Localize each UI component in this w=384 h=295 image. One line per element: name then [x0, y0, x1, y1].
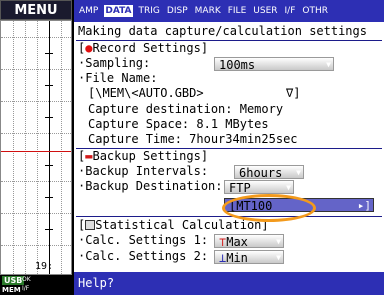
time-label: 19: — [35, 261, 54, 272]
menu-tabbar: AMP DATA TRIG DISP MARK FILE USER I/F OT… — [74, 0, 384, 22]
grid-line — [25, 21, 26, 274]
tab-mark[interactable]: MARK — [194, 5, 222, 17]
grid-line — [61, 21, 62, 274]
file-name-value[interactable]: [\MEM\<AUTO.GBD> — [88, 86, 204, 101]
settings-panel: Making data capture/calculation settings… — [74, 22, 384, 272]
ok-indicator: OK — [22, 276, 31, 283]
file-name-browse[interactable]: ∇] — [286, 86, 300, 101]
menu-button[interactable]: MENU — [0, 0, 72, 20]
status-area: USB MEM OK I/F — [0, 275, 72, 295]
tab-if[interactable]: I/F — [284, 5, 297, 17]
dropdown-arrow-icon: ▼ — [296, 168, 301, 177]
backup-destination-label: ·Backup Destination: — [78, 179, 223, 193]
sampling-dropdown[interactable]: 100ms ▼ — [214, 57, 334, 72]
backup-intervals-dropdown[interactable]: 6hours ▼ — [234, 165, 304, 180]
backup-intervals-value: 6hours — [239, 166, 283, 180]
backup-header-label: Backup Settings] — [92, 149, 209, 163]
if-indicator: I/F — [22, 285, 30, 292]
divider — [76, 216, 382, 217]
path-end-icon: ▸] — [357, 199, 371, 212]
record-settings-header: [●Record Settings] — [78, 41, 209, 55]
calc2-label: ·Calc. Settings 2: — [78, 249, 209, 263]
time-axis — [49, 21, 50, 274]
grid-line — [1, 69, 71, 70]
dropdown-arrow-icon: ▼ — [276, 253, 281, 262]
backup-settings-header: [▬Backup Settings] — [78, 149, 209, 163]
tab-disp[interactable]: DISP — [166, 5, 189, 17]
dropdown-arrow-icon: ▼ — [286, 183, 291, 192]
grid-line — [37, 21, 38, 274]
grid-line — [1, 213, 71, 214]
axis-tick — [45, 53, 53, 54]
file-name-label: ·File Name: — [78, 71, 158, 85]
grid-line — [1, 181, 71, 182]
help-bar[interactable]: Help? — [74, 272, 384, 295]
grid-line — [13, 21, 14, 274]
stat-header-label: Statistical Calculation] — [95, 218, 269, 232]
calc-icon — [85, 220, 96, 230]
sampling-value: 100ms — [219, 58, 256, 72]
tab-trig[interactable]: TRIG — [138, 5, 161, 17]
axis-tick — [45, 165, 53, 166]
sampling-label: ·Sampling: — [78, 56, 151, 70]
mem-indicator: MEM — [2, 286, 21, 294]
calc2-value: Min — [226, 251, 248, 265]
grid-line — [1, 133, 71, 134]
tab-user[interactable]: USER — [252, 5, 278, 17]
axis-tick — [45, 85, 53, 86]
backup-intervals-label: ·Backup Intervals: — [78, 164, 209, 178]
capture-destination: Capture destination: Memory — [88, 102, 284, 116]
grid-line — [1, 101, 71, 102]
backup-path-value: [MT100 — [229, 199, 273, 213]
calc1-value: Max — [226, 235, 248, 249]
tab-file[interactable]: FILE — [227, 5, 248, 17]
dropdown-arrow-icon: ▼ — [276, 237, 281, 246]
tab-othr[interactable]: OTHR — [301, 5, 329, 17]
waveform-preview: 19: — [0, 20, 72, 275]
dropdown-arrow-icon: ▼ — [326, 60, 331, 69]
axis-tick — [45, 197, 53, 198]
stat-calc-header: [Statistical Calculation] — [78, 218, 269, 232]
tab-data[interactable]: DATA — [104, 5, 133, 17]
axis-tick — [45, 117, 53, 118]
calc2-dropdown[interactable]: ⊥Min ▼ — [214, 250, 284, 265]
backup-path-field[interactable]: [MT100 ▸] — [224, 198, 374, 213]
grid-line — [1, 245, 71, 246]
tab-amp[interactable]: AMP — [78, 5, 99, 17]
red-trace-line — [1, 151, 71, 152]
calc1-dropdown[interactable]: ⊤Max ▼ — [214, 234, 284, 249]
calc1-label: ·Calc. Settings 1: — [78, 233, 209, 247]
capture-time: Capture Time: 7hour34min25sec — [88, 132, 298, 146]
record-header-label: Record Settings] — [92, 41, 209, 55]
backup-destination-value: FTP — [229, 181, 251, 195]
backup-destination-dropdown[interactable]: FTP ▼ — [224, 180, 294, 195]
capture-space: Capture Space: 8.1 MBytes — [88, 117, 269, 131]
usb-indicator: USB — [2, 276, 25, 285]
axis-tick — [45, 229, 53, 230]
page-title: Making data capture/calculation settings — [78, 24, 367, 38]
grid-line — [1, 37, 71, 38]
